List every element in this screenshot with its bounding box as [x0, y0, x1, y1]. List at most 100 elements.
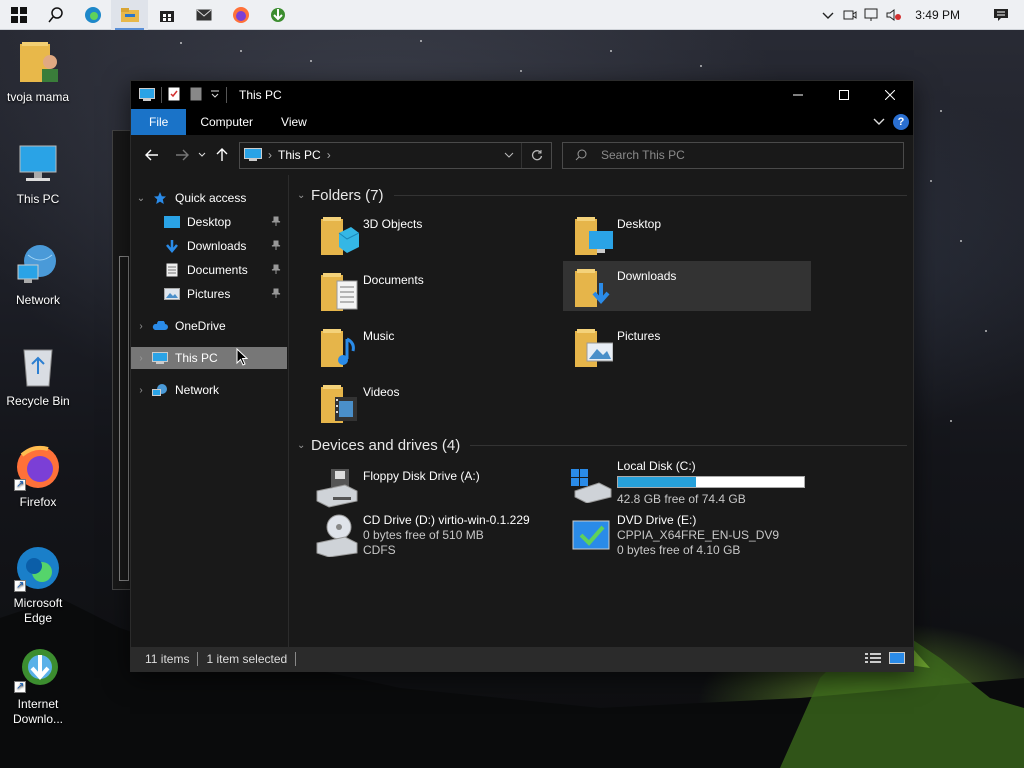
back-button[interactable] [139, 142, 165, 168]
nav-desktop[interactable]: Desktop [131, 211, 287, 233]
drive-floppy-a[interactable]: Floppy Disk Drive (A:) [309, 461, 557, 511]
drives-group-header[interactable]: ⌄ Devices and drives (4) [297, 437, 907, 454]
taskbar-idm-button[interactable] [259, 0, 296, 30]
taskbar-edge-button[interactable] [74, 0, 111, 30]
group-title: Devices and drives (4) [311, 437, 461, 454]
chevron-down-icon [198, 152, 206, 157]
properties-icon[interactable] [168, 87, 180, 104]
expand-chevron-icon[interactable]: ⌄ [131, 193, 151, 204]
nav-label: Downloads [187, 239, 247, 253]
help-icon: ? [897, 116, 905, 128]
close-button[interactable] [867, 81, 913, 109]
shortcut-arrow-icon [14, 578, 26, 593]
document-icon [163, 262, 181, 278]
folder-documents[interactable]: Documents [309, 265, 557, 315]
customize-qat-icon[interactable] [210, 88, 220, 102]
desktop-icon-user-folder[interactable]: tvoja mama [0, 38, 76, 105]
tray-meet-now-button[interactable] [839, 0, 861, 30]
taskbar-firefox-button[interactable] [222, 0, 259, 30]
chevron-down-icon: ⌄ [297, 190, 306, 201]
pictures-folder-icon [569, 325, 614, 369]
search-input[interactable] [601, 148, 881, 162]
documents-folder-icon [315, 269, 359, 313]
taskbar-search-button[interactable] [37, 0, 74, 30]
details-view-button[interactable] [865, 652, 881, 667]
tab-file[interactable]: File [131, 109, 187, 135]
new-folder-icon[interactable] [190, 87, 202, 104]
search-box[interactable] [562, 141, 904, 169]
nav-pictures[interactable]: Pictures [131, 283, 287, 305]
tray-overflow-button[interactable] [817, 0, 839, 30]
nav-quick-access[interactable]: ⌄ Quick access [131, 187, 287, 209]
maximize-button[interactable] [821, 81, 867, 109]
nav-downloads[interactable]: Downloads [131, 235, 287, 257]
start-button[interactable] [0, 0, 37, 30]
forward-button[interactable] [169, 142, 195, 168]
taskbar-clock[interactable]: 3:49 PM [905, 8, 978, 22]
address-bar[interactable]: › This PC › [239, 141, 552, 169]
background-window[interactable] [112, 130, 132, 590]
drive-cd-d[interactable]: CD Drive (D:) virtio-win-0.1.229 0 bytes… [309, 509, 557, 573]
windows-logo-icon [10, 6, 27, 23]
chevron-right-icon[interactable]: › [131, 321, 151, 332]
folder-desktop[interactable]: Desktop [563, 209, 811, 259]
file-explorer-window: This PC File Computer View ? › This PC › [130, 80, 914, 672]
taskbar-mail-button[interactable] [185, 0, 222, 30]
refresh-button[interactable] [521, 142, 551, 168]
title-bar[interactable]: This PC [131, 81, 913, 109]
expand-ribbon-button[interactable] [873, 115, 885, 129]
recycle-bin-icon [14, 342, 62, 390]
folders-group-header[interactable]: ⌄ Folders (7) [297, 187, 907, 204]
taskbar-store-button[interactable] [148, 0, 185, 30]
action-center-button[interactable] [978, 0, 1024, 30]
tab-computer[interactable]: Computer [186, 109, 267, 135]
tray-network-button[interactable] [861, 0, 883, 30]
drive-local-c[interactable]: Local Disk (C:) 42.8 GB free of 74.4 GB [563, 455, 811, 511]
nav-label: Network [175, 383, 220, 397]
desktop-icon-recycle-bin[interactable]: Recycle Bin [0, 342, 76, 409]
this-pc-small-icon [244, 148, 262, 161]
nav-onedrive[interactable]: › OneDrive [131, 315, 287, 337]
chevron-down-icon: ⌄ [297, 440, 306, 451]
desktop-icon-firefox[interactable]: Firefox [0, 443, 76, 510]
pin-icon [271, 239, 281, 253]
tab-view[interactable]: View [267, 109, 321, 135]
shortcut-arrow-icon [14, 477, 26, 492]
system-tray: 3:49 PM [817, 0, 1024, 30]
floppy-drive-icon [315, 465, 359, 509]
taskbar-file-explorer-button[interactable] [111, 0, 148, 30]
desktop-icon-this-pc[interactable]: This PC [0, 140, 76, 207]
minimize-button[interactable] [775, 81, 821, 109]
folder-videos[interactable]: Videos [309, 377, 557, 427]
folder-pictures[interactable]: Pictures [563, 321, 811, 371]
folder-3d-objects[interactable]: 3D Objects [309, 209, 557, 259]
nav-documents[interactable]: Documents [131, 259, 287, 281]
desktop-small-icon [163, 214, 181, 230]
folder-music[interactable]: Music [309, 321, 557, 371]
chevron-right-icon[interactable]: › [131, 385, 151, 396]
drive-dvd-e[interactable]: DVD Drive (E:) CPPIA_X64FRE_EN-US_DV9 0 … [563, 509, 811, 573]
notification-icon [994, 8, 1008, 21]
nav-this-pc[interactable]: › This PC [131, 347, 287, 369]
content-pane: ⌄ Folders (7) 3D Objects Desktop Documen… [289, 175, 913, 649]
nav-network[interactable]: › Network [131, 379, 287, 401]
breadcrumb-this-pc[interactable]: This PC [278, 148, 321, 162]
help-button[interactable]: ? [893, 114, 909, 130]
refresh-icon [531, 150, 542, 161]
breadcrumb-separator-icon[interactable]: › [327, 148, 331, 162]
chevron-right-icon[interactable]: › [131, 353, 151, 364]
close-icon [885, 90, 895, 100]
desktop-icon-network[interactable]: Network [0, 241, 76, 308]
pin-icon [271, 263, 281, 277]
maximize-icon [839, 90, 849, 100]
desktop-icon-edge[interactable]: Microsoft Edge [0, 544, 76, 626]
address-history-button[interactable] [497, 152, 521, 158]
breadcrumb-separator-icon: › [268, 148, 272, 162]
group-title: Folders (7) [311, 187, 384, 204]
recent-locations-button[interactable] [195, 142, 209, 168]
up-button[interactable] [209, 142, 235, 168]
large-icons-view-button[interactable] [889, 651, 905, 667]
desktop-icon-idm[interactable]: Internet Downlo... [0, 645, 76, 727]
folder-downloads[interactable]: Downloads [563, 261, 811, 311]
tray-volume-button[interactable] [883, 0, 905, 30]
